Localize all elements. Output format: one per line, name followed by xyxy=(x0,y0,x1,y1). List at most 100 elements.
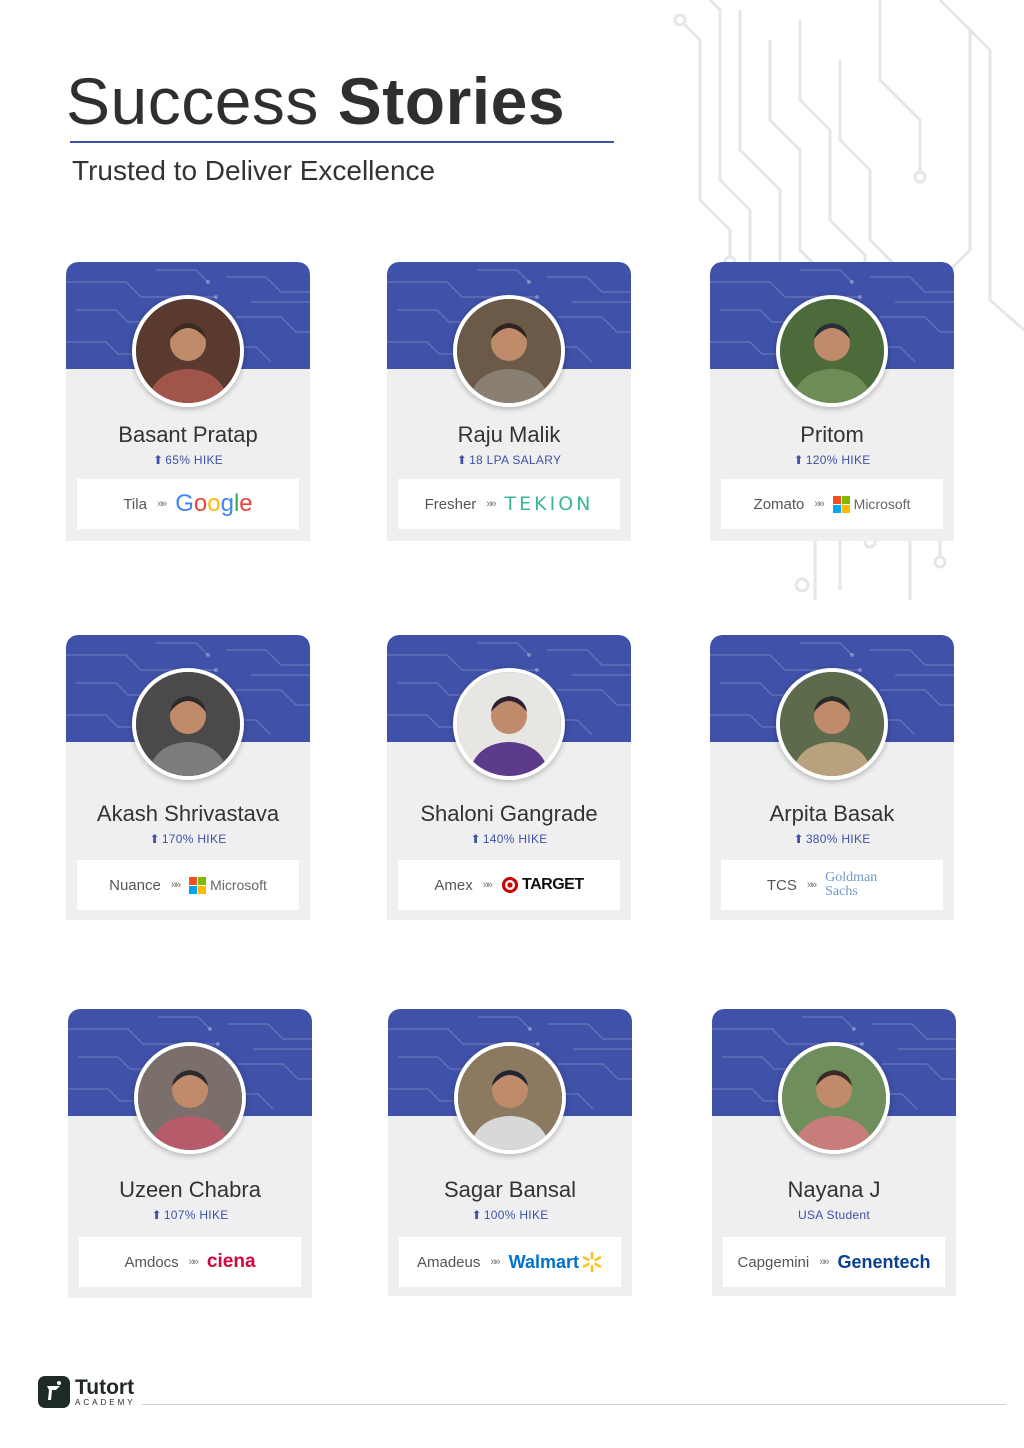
microsoft-logo: Microsoft xyxy=(832,495,911,513)
microsoft-wordmark: Microsoft xyxy=(853,496,911,512)
company-transition: Amadeus »» Walmart xyxy=(399,1237,621,1287)
chevrons-right-icon: »» xyxy=(486,498,496,510)
company-transition: Nuance »» Microsoft xyxy=(77,860,299,910)
company-transition: Amdocs »» ciena xyxy=(79,1237,301,1287)
student-name: Akash Shrivastava xyxy=(96,801,280,826)
company-transition: TCS »» Goldman Sachs xyxy=(721,860,943,910)
success-card: Shaloni Gangrade ⬆ 140% HIKE Amex »» TARG… xyxy=(387,635,631,920)
walmart-logo: Walmart xyxy=(509,1251,603,1273)
microsoft-squares-icon xyxy=(189,876,207,894)
up-arrow-icon: ⬆ xyxy=(152,453,164,467)
success-card: Akash Shrivastava ⬆ 170% HIKE Nuance »» M… xyxy=(66,635,310,920)
hike-label: ⬆ 65% HIKE xyxy=(66,453,310,467)
from-company: Fresher xyxy=(424,495,477,513)
tutort-logo: Tutort ACADEMY xyxy=(38,1376,136,1408)
hike-label: ⬆ 120% HIKE xyxy=(710,453,954,467)
avatar xyxy=(134,1042,246,1154)
from-company: Nuance xyxy=(109,876,161,894)
avatar xyxy=(454,1042,566,1154)
google-logo: Google xyxy=(175,490,253,517)
company-transition: Fresher »» TEKION xyxy=(398,479,620,529)
footer-divider xyxy=(142,1404,1006,1405)
hike-label: ⬆ 107% HIKE xyxy=(68,1208,312,1222)
from-company: Amdocs xyxy=(124,1253,179,1271)
student-name: Basant Pratap xyxy=(118,422,258,447)
title-underline xyxy=(70,141,614,143)
microsoft-squares-icon xyxy=(832,495,850,513)
success-card: Pritom ⬆ 120% HIKE Zomato »» Microsoft xyxy=(710,262,954,541)
chevrons-right-icon: »» xyxy=(156,498,167,510)
title-bold: Stories xyxy=(337,64,566,138)
hike-text: 140% HIKE xyxy=(482,832,548,846)
from-company: TCS xyxy=(766,876,797,894)
avatar xyxy=(453,668,565,780)
hike-label: ⬆ 100% HIKE xyxy=(388,1208,632,1222)
walmart-spark-icon xyxy=(582,1251,602,1273)
chevrons-right-icon: »» xyxy=(819,1256,829,1268)
student-name: Pritom xyxy=(800,422,864,447)
up-arrow-icon: ⬆ xyxy=(793,453,804,467)
up-arrow-icon: ⬆ xyxy=(456,453,468,467)
company-transition: Zomato »» Microsoft xyxy=(721,479,943,529)
up-arrow-icon: ⬆ xyxy=(471,1208,482,1222)
ciena-logo: ciena xyxy=(206,1251,256,1272)
microsoft-wordmark: Microsoft xyxy=(210,877,267,893)
hike-text: 18 LPA SALARY xyxy=(469,453,562,467)
student-name: Arpita Basak xyxy=(769,801,895,826)
microsoft-logo: Microsoft xyxy=(189,876,267,894)
success-card: Raju Malik ⬆ 18 LPA SALARY Fresher »» TEK… xyxy=(387,262,631,541)
target-bullseye-icon xyxy=(502,877,518,893)
student-name: Uzeen Chabra xyxy=(119,1177,261,1202)
avatar xyxy=(776,295,888,407)
tekion-logo: TEKION xyxy=(504,493,594,515)
page-title: Success Stories xyxy=(66,62,565,140)
chevrons-right-icon: »» xyxy=(170,879,181,891)
hike-label: USA Student xyxy=(797,1208,870,1222)
student-name: Shaloni Gangrade xyxy=(420,801,598,826)
from-company: Capgemini xyxy=(737,1253,810,1271)
genentech-logo: Genentech xyxy=(837,1251,931,1272)
hike-text: 380% HIKE xyxy=(805,832,871,846)
up-arrow-icon: ⬆ xyxy=(470,832,481,846)
target-logo: TARGET xyxy=(501,876,584,894)
avatar xyxy=(776,668,888,780)
success-card: Uzeen Chabra ⬆ 107% HIKE Amdocs »» ciena xyxy=(68,1009,312,1298)
hike-label: ⬆ 140% HIKE xyxy=(387,832,631,846)
target-wordmark: TARGET xyxy=(522,876,584,893)
success-card: Arpita Basak ⬆ 380% HIKE TCS »» Goldman S… xyxy=(710,635,954,920)
up-arrow-icon: ⬆ xyxy=(151,1208,162,1222)
chevrons-right-icon: »» xyxy=(188,1256,199,1268)
avatar xyxy=(778,1042,890,1154)
hike-text: 100% HIKE xyxy=(483,1208,549,1222)
avatar xyxy=(132,668,244,780)
goldman-sachs-logo: Goldman Sachs xyxy=(825,870,878,899)
student-name: Raju Malik xyxy=(457,422,561,447)
from-company: Amadeus xyxy=(417,1253,481,1271)
from-company: Tila xyxy=(123,495,147,513)
company-transition: Amex »» TARGET xyxy=(398,860,620,910)
student-name: Sagar Bansal xyxy=(443,1177,577,1202)
success-card: Nayana J USA Student Capgemini »» Genent… xyxy=(712,1009,956,1296)
footer-sub: ACADEMY xyxy=(75,1397,136,1407)
avatar xyxy=(453,295,565,407)
hike-text: 65% HIKE xyxy=(165,453,224,467)
avatar xyxy=(132,295,244,407)
student-name: Nayana J xyxy=(787,1177,881,1202)
chevrons-right-icon: »» xyxy=(814,498,824,510)
page-subtitle: Trusted to Deliver Excellence xyxy=(72,155,436,186)
tutort-mark-icon xyxy=(38,1376,70,1408)
hike-label: ⬆ 18 LPA SALARY xyxy=(387,453,631,467)
success-card: Sagar Bansal ⬆ 100% HIKE Amadeus »» Walma… xyxy=(388,1009,632,1296)
success-card: Basant Pratap ⬆ 65% HIKE Tila »» Google xyxy=(66,262,310,541)
footer-brand: Tutort xyxy=(75,1375,135,1399)
up-arrow-icon: ⬆ xyxy=(149,832,160,846)
company-transition: Tila »» Google xyxy=(77,479,299,529)
hike-text: 120% HIKE xyxy=(805,453,871,467)
from-company: Amex xyxy=(434,876,473,894)
from-company: Zomato xyxy=(753,495,805,513)
company-transition: Capgemini »» Genentech xyxy=(723,1237,945,1287)
hike-text: 107% HIKE xyxy=(163,1208,229,1222)
chevrons-right-icon: »» xyxy=(806,879,817,891)
chevrons-right-icon: »» xyxy=(490,1256,500,1268)
hike-text: 170% HIKE xyxy=(161,832,227,846)
